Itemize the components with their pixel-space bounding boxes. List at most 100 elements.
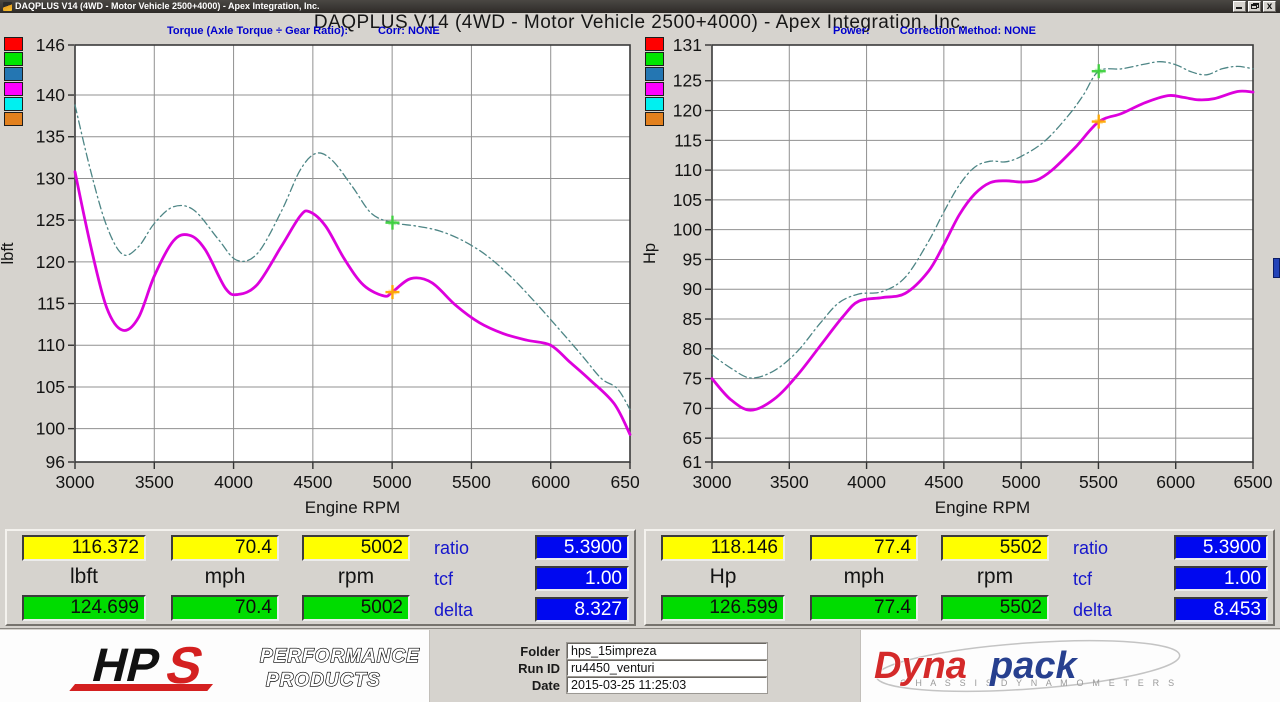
x-tick-label: 4000 xyxy=(847,472,886,492)
power-data-panel: 118.146 77.4 5502 Hp mph rpm 126.599 77.… xyxy=(644,529,1275,626)
y-tick-label: 85 xyxy=(683,309,702,329)
date-label: Date xyxy=(462,678,560,693)
y-tick-label: 90 xyxy=(683,279,703,299)
y-tick-label: 105 xyxy=(673,190,702,210)
rpm-unit-label: rpm xyxy=(933,565,1057,589)
speed-unit-label: mph xyxy=(802,565,926,589)
torque-speed-value: 70.4 xyxy=(171,535,279,561)
y-tick-label: 146 xyxy=(36,35,65,55)
y-tick-label: 110 xyxy=(37,335,65,355)
y-tick-label: 100 xyxy=(36,419,65,439)
torque-unit-label: lbft xyxy=(22,565,146,589)
y-tick-label: 65 xyxy=(683,428,702,448)
x-tick-label: 5000 xyxy=(1002,472,1041,492)
power-chart[interactable]: 131 125 120 115 110 105 100 95 90 85 80 75 70 65 61300… xyxy=(640,34,1280,522)
minimize-button[interactable] xyxy=(1233,1,1246,12)
y-tick-label: 115 xyxy=(674,130,702,150)
y-tick-label: 75 xyxy=(683,369,702,389)
x-tick-label: 3000 xyxy=(56,472,95,492)
y-tick-label: 131 xyxy=(673,35,702,55)
app-window: DAQPLUS V14 (4WD - Motor Vehicle 2500+40… xyxy=(0,0,1280,702)
folder-label: Folder xyxy=(462,644,560,659)
x-tick-label: 6000 xyxy=(1156,472,1195,492)
tcf-value: 1.00 xyxy=(1174,566,1268,591)
y-tick-label: 125 xyxy=(36,210,65,230)
torque-data-panel: 116.372 70.4 5002 lbft mph rpm 124.699 7… xyxy=(5,529,636,626)
torque-ref-rpm-value: 5002 xyxy=(302,595,410,621)
power-unit-label: Hp xyxy=(661,565,785,589)
power-speed-value: 77.4 xyxy=(810,535,918,561)
x-axis-label: Engine RPM xyxy=(305,498,400,517)
edge-widget[interactable] xyxy=(1273,258,1280,278)
torque-rpm-value: 5002 xyxy=(302,535,410,561)
y-tick-label: 135 xyxy=(36,127,65,147)
y-tick-label: 120 xyxy=(673,101,702,121)
power-ref-rpm-value: 5502 xyxy=(941,595,1049,621)
y-tick-label: 110 xyxy=(674,160,702,180)
y-tick-label: 100 xyxy=(673,220,702,240)
y-tick-label: 105 xyxy=(36,377,65,397)
delta-label: delta xyxy=(434,600,524,621)
tcf-value: 1.00 xyxy=(535,566,629,591)
power-ref-speed-value: 77.4 xyxy=(810,595,918,621)
x-tick-label: 5500 xyxy=(452,472,491,492)
power-rpm-value: 5502 xyxy=(941,535,1049,561)
hps-logo-line2: PRODUCTS xyxy=(266,670,381,691)
x-tick-label: 3500 xyxy=(135,472,174,492)
folder-input[interactable]: hps_15impreza xyxy=(567,643,767,659)
x-tick-label: 4500 xyxy=(293,472,332,492)
power-cursor-value: 118.146 xyxy=(661,535,785,561)
power-ref-cursor-value: 126.599 xyxy=(661,595,785,621)
x-tick-label: 6500 xyxy=(1234,472,1273,492)
hps-logo: HP S PERFORMANCE PRODUCTS xyxy=(58,640,420,696)
y-tick-label: 140 xyxy=(36,85,65,105)
y-tick-label: 115 xyxy=(37,294,65,314)
ratio-label: ratio xyxy=(434,538,524,559)
x-tick-label: 3500 xyxy=(770,472,809,492)
tcf-label: tcf xyxy=(434,569,524,590)
x-tick-label: 6500 xyxy=(611,472,640,492)
x-tick-label: 6000 xyxy=(531,472,570,492)
y-tick-label: 96 xyxy=(46,452,65,472)
y-tick-label: 120 xyxy=(36,252,65,272)
delta-value: 8.453 xyxy=(1174,597,1268,622)
torque-ref-cursor-value: 124.699 xyxy=(22,595,146,621)
date-input[interactable]: 2015-03-25 11:25:03 xyxy=(567,677,767,693)
dynapack-logo-dyna: Dyna xyxy=(874,645,967,687)
x-tick-label: 5000 xyxy=(373,472,412,492)
rpm-unit-label: rpm xyxy=(294,565,418,589)
close-button[interactable]: x xyxy=(1263,1,1276,12)
dynapack-logo: C H A S S I S D Y N A M O M E T E R S Dy… xyxy=(868,638,1184,696)
torque-cursor-value: 116.372 xyxy=(22,535,146,561)
x-tick-label: 4000 xyxy=(214,472,253,492)
footer-bar: HP S PERFORMANCE PRODUCTS Folder hps_15i… xyxy=(0,628,1280,702)
y-axis-label: Hp xyxy=(641,243,659,264)
ratio-label: ratio xyxy=(1073,538,1163,559)
y-tick-label: 125 xyxy=(673,71,702,91)
y-tick-label: 95 xyxy=(683,249,702,269)
close-icon: x xyxy=(1264,1,1275,12)
hps-logo-hp: HP xyxy=(87,640,165,692)
torque-ref-speed-value: 70.4 xyxy=(171,595,279,621)
y-tick-label: 61 xyxy=(683,452,702,472)
y-tick-label: 130 xyxy=(36,168,65,188)
x-axis-label: Engine RPM xyxy=(935,498,1030,517)
y-axis-label: lbft xyxy=(0,242,17,264)
y-tick-label: 70 xyxy=(683,398,703,418)
dynapack-logo-pack: pack xyxy=(989,645,1078,687)
speed-unit-label: mph xyxy=(163,565,287,589)
x-tick-label: 5500 xyxy=(1079,472,1118,492)
y-tick-label: 80 xyxy=(683,339,703,359)
delta-value: 8.327 xyxy=(535,597,629,622)
tcf-label: tcf xyxy=(1073,569,1163,590)
delta-label: delta xyxy=(1073,600,1163,621)
ratio-value: 5.3900 xyxy=(1174,535,1268,560)
run-id-label: Run ID xyxy=(462,661,560,676)
x-tick-label: 3000 xyxy=(693,472,732,492)
restore-button[interactable] xyxy=(1248,1,1261,12)
ratio-value: 5.3900 xyxy=(535,535,629,560)
run-id-input[interactable]: ru4450_venturi xyxy=(567,660,767,676)
minimize-icon xyxy=(1236,7,1242,9)
app-icon xyxy=(3,2,12,11)
torque-chart[interactable]: 146 140 135 130 125 120 115 110 105 100 963000 3500… xyxy=(0,34,640,522)
